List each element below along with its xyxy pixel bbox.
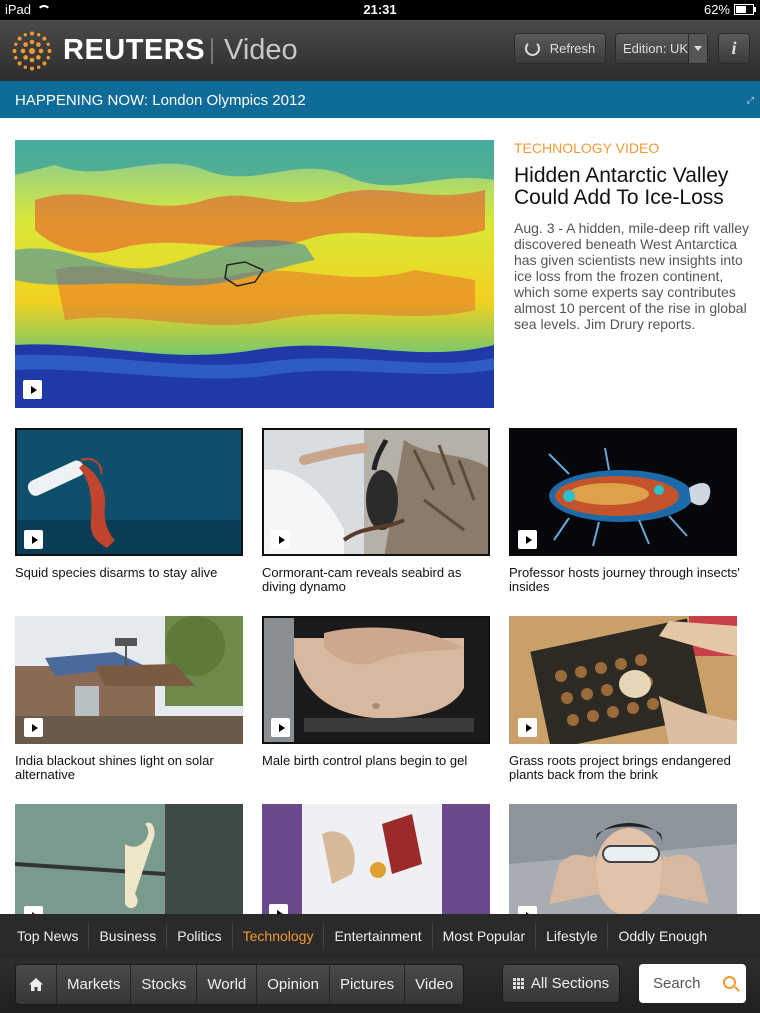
video-thumbnail-india[interactable] — [15, 616, 243, 744]
section-tab-top-news[interactable]: Top News — [7, 924, 90, 948]
toolbar-pictures-button[interactable]: Pictures — [330, 965, 406, 1004]
all-sections-label: All Sections — [530, 975, 610, 992]
play-icon — [23, 380, 42, 399]
section-tab-lifestyle[interactable]: Lifestyle — [536, 924, 609, 948]
app-header: REUTERS Video Refresh Edition: UK i — [0, 20, 760, 81]
video-thumbnail-cormorant[interactable] — [262, 428, 490, 556]
video-thumbnail-swimmer[interactable] — [509, 804, 737, 932]
section-tab-business[interactable]: Business — [89, 924, 168, 948]
search-input[interactable] — [651, 974, 725, 993]
video-caption[interactable]: Cormorant-cam reveals seabird as diving … — [262, 566, 497, 594]
play-icon — [271, 718, 290, 737]
status-right: 62% — [703, 2, 756, 17]
play-icon — [518, 530, 537, 549]
section-tab-entertainment[interactable]: Entertainment — [324, 924, 433, 948]
village-image — [15, 616, 243, 744]
video-thumbnail-squid[interactable] — [15, 428, 243, 556]
toolbar-markets-button[interactable]: Markets — [57, 965, 132, 1004]
section-tab-most-popular[interactable]: Most Popular — [433, 924, 537, 948]
refresh-icon — [524, 41, 540, 56]
play-icon — [24, 530, 43, 549]
play-icon — [518, 718, 537, 737]
section-tab-technology[interactable]: Technology — [233, 924, 325, 948]
reuters-logo-icon — [12, 31, 52, 71]
section-tab-politics[interactable]: Politics — [167, 924, 233, 948]
drink-image — [262, 804, 490, 932]
status-time: 21:31 — [363, 2, 397, 17]
brand-name: REUTERS — [63, 34, 206, 66]
expand-icon: ⤢ — [746, 95, 754, 105]
search-box[interactable] — [639, 964, 746, 1003]
video-thumbnail-birth-control[interactable] — [262, 616, 490, 744]
featured-title[interactable]: Hidden Antarctic Valley Could Add To Ice… — [514, 165, 750, 209]
toolbar-video-button[interactable]: Video — [405, 965, 463, 1004]
play-icon — [271, 530, 290, 549]
video-thumbnail-insect[interactable] — [509, 428, 737, 556]
video-caption[interactable]: Squid species disarms to stay alive — [15, 566, 250, 580]
video-caption[interactable]: Male birth control plans begin to gel — [262, 754, 497, 768]
belly-image — [264, 618, 488, 742]
video-thumbnail-drink[interactable] — [262, 804, 490, 932]
home-button[interactable] — [16, 965, 57, 1004]
main-nav-group: Markets Stocks World Opinion Pictures Video — [15, 964, 465, 1005]
section-name: Video — [224, 34, 298, 66]
antarctic-map-image — [15, 140, 494, 408]
swimmer-image — [509, 804, 737, 932]
edition-label: Edition: UK — [623, 41, 689, 56]
section-nav: Top News Business Politics Technology Entert… — [0, 914, 760, 958]
play-icon — [24, 718, 43, 737]
happening-now-banner[interactable]: HAPPENING NOW: London Olympics 2012 ⤢ — [0, 81, 760, 118]
section-tab-oddly-enough[interactable]: Oddly Enough — [608, 924, 717, 948]
battery-icon — [734, 4, 756, 15]
featured-category[interactable]: TECHNOLOGY VIDEO — [514, 140, 659, 156]
cormorant-image — [264, 430, 488, 554]
chevron-down-icon — [688, 34, 707, 63]
battery-fill — [736, 6, 746, 13]
brand-divider — [211, 38, 213, 64]
toolbar-world-button[interactable]: World — [197, 965, 258, 1004]
featured-video-thumbnail[interactable] — [15, 140, 494, 408]
edition-dropdown[interactable]: Edition: UK — [615, 33, 708, 64]
video-caption[interactable]: Professor hosts journey through insects'… — [509, 566, 744, 594]
info-icon: i — [731, 38, 737, 58]
refresh-button[interactable]: Refresh — [514, 33, 606, 64]
video-caption[interactable]: India blackout shines light on solar alt… — [15, 754, 250, 782]
home-icon — [29, 978, 43, 991]
status-bar: iPad 21:31 62% — [0, 0, 760, 20]
insect-image — [509, 428, 737, 556]
refresh-label: Refresh — [549, 41, 596, 56]
info-button[interactable]: i — [718, 33, 750, 64]
seed-tray-image — [509, 616, 737, 744]
search-icon[interactable] — [723, 976, 736, 989]
all-sections-button[interactable]: All Sections — [502, 964, 620, 1003]
squid-image — [17, 430, 241, 554]
video-caption[interactable]: Grass roots project brings endangered pl… — [509, 754, 744, 782]
video-thumbnail-grass-roots[interactable] — [509, 616, 737, 744]
bone-image — [15, 804, 243, 932]
grid-icon — [512, 978, 524, 989]
video-thumbnail-bone[interactable] — [15, 804, 243, 932]
toolbar-opinion-button[interactable]: Opinion — [257, 965, 330, 1004]
bottom-toolbar: Markets Stocks World Opinion Pictures Video A… — [0, 958, 760, 1013]
featured-description: Aug. 3 - A hidden, mile-deep rift valley… — [514, 220, 750, 332]
banner-text: HAPPENING NOW: London Olympics 2012 — [15, 92, 306, 109]
battery-percent: 62% — [703, 2, 730, 17]
toolbar-stocks-button[interactable]: Stocks — [131, 965, 198, 1004]
